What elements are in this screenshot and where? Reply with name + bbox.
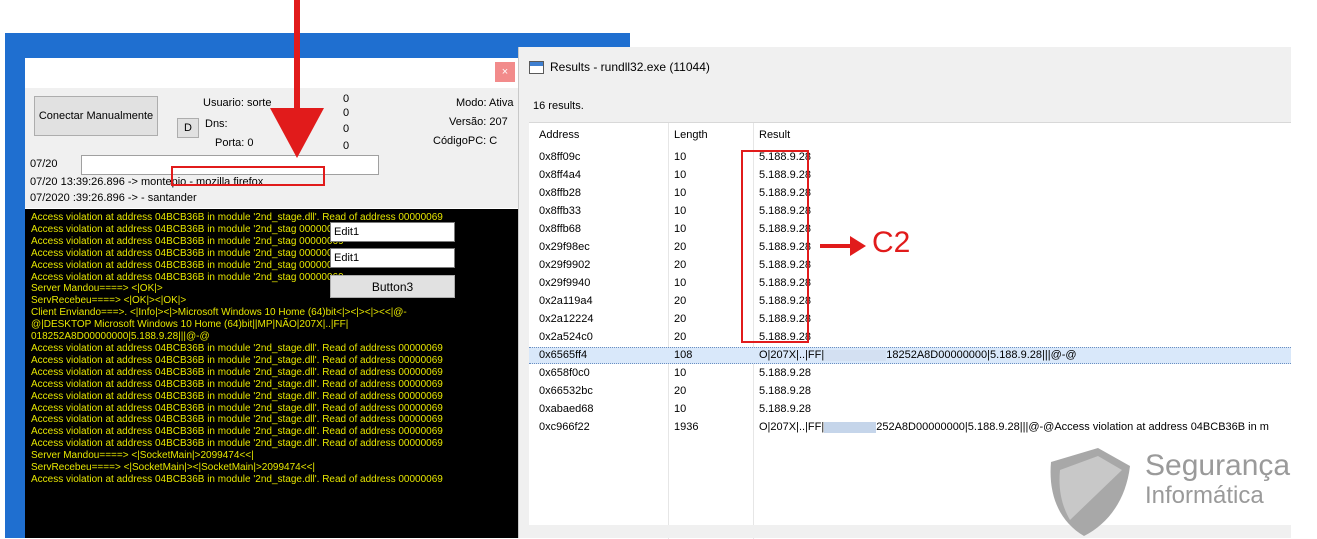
logo-line2: Informática	[1145, 482, 1264, 509]
logo-line1: Segurança	[1145, 449, 1291, 482]
down-arrow-icon	[270, 0, 324, 158]
right-arrow-icon	[820, 236, 866, 256]
annotation-arrows	[270, 0, 1130, 536]
brand-logo-text: Segurança Informática	[1145, 450, 1290, 512]
c2-label: C2	[872, 226, 911, 259]
shield-logo-icon	[1050, 448, 1130, 536]
